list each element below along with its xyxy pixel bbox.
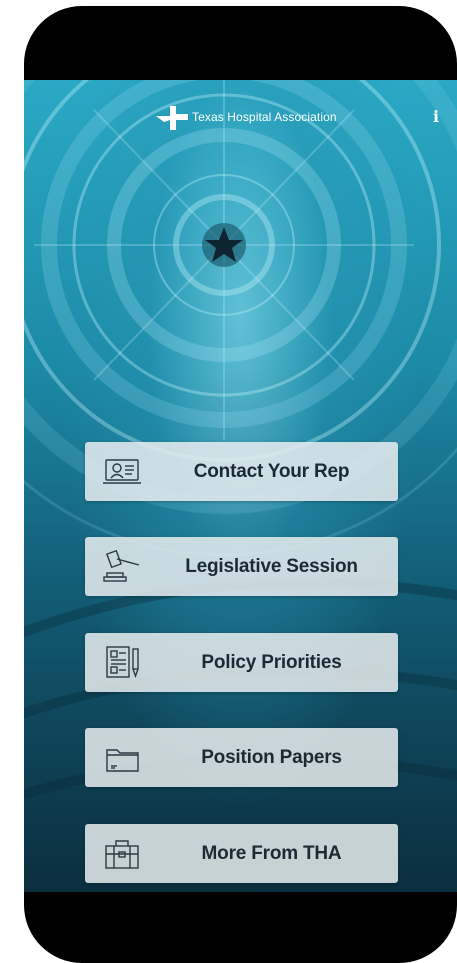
button-label: Contact Your Rep — [193, 461, 350, 482]
app-screen: Texas Hospital Association i Contact You… — [24, 80, 457, 892]
position-papers-button[interactable]: Position Papers — [85, 728, 398, 787]
legislative-session-button[interactable]: Legislative Session — [85, 537, 398, 596]
gavel-icon — [103, 549, 145, 585]
contact-your-rep-button[interactable]: Contact Your Rep — [85, 442, 398, 501]
button-label: More From THA — [201, 843, 342, 864]
policy-priorities-button[interactable]: Policy Priorities — [85, 633, 398, 692]
app-header: Texas Hospital Association i — [24, 98, 457, 130]
document-pen-icon — [103, 645, 145, 681]
computer-user-icon — [103, 454, 145, 490]
org-name: Texas Hospital Association — [192, 110, 337, 124]
button-label: Position Papers — [201, 747, 342, 768]
phone-frame: Texas Hospital Association i Contact You… — [24, 6, 457, 963]
button-label: Policy Priorities — [201, 652, 342, 673]
texas-logo-icon — [156, 106, 188, 130]
more-from-tha-button[interactable]: More From THA — [85, 824, 398, 883]
folder-icon — [103, 740, 145, 776]
briefcase-icon — [103, 836, 145, 872]
button-label: Legislative Session — [185, 556, 358, 577]
info-button[interactable]: i — [426, 106, 446, 128]
